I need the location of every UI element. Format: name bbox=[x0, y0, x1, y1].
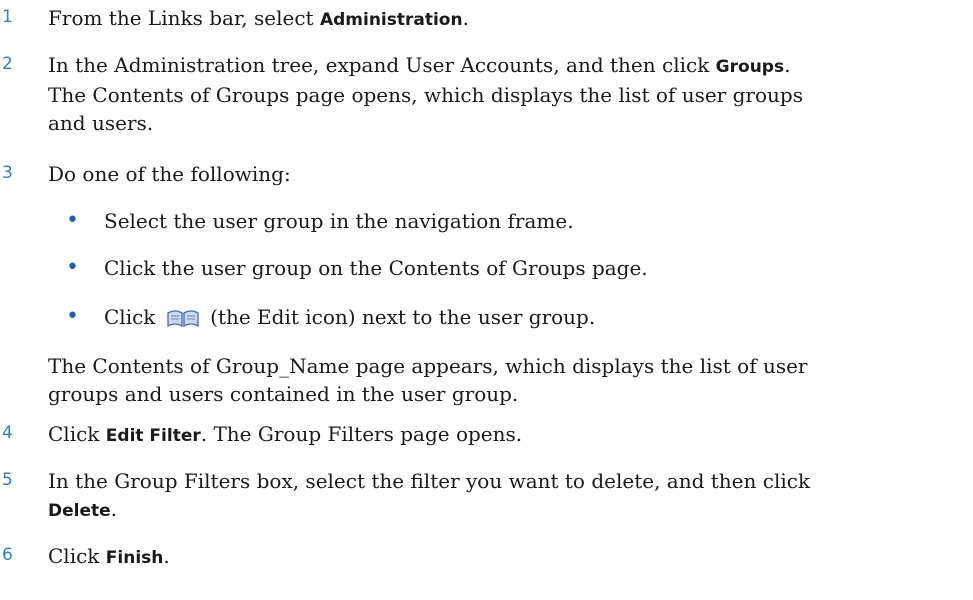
step-line-2: Delete. bbox=[48, 495, 963, 525]
step-text: Do one of the following: bbox=[48, 162, 291, 186]
step-followup-text: The Contents of Group_Name page appears,… bbox=[48, 352, 963, 408]
step-number: 3 bbox=[2, 163, 13, 183]
bullet-text-suffix: (the Edit icon) next to the user group. bbox=[203, 305, 596, 329]
edit-book-icon bbox=[167, 310, 199, 328]
step-text-prefix: From the Links bar, select bbox=[48, 6, 320, 30]
step-text-prefix: Click bbox=[48, 422, 106, 446]
step-number: 1 bbox=[2, 7, 13, 27]
bullet-text: Click the user group on the Contents of … bbox=[104, 256, 648, 280]
step-number: 2 bbox=[2, 54, 13, 74]
step-text-suffix: . bbox=[163, 544, 170, 568]
step-line-1: The Contents of Group_Name page appears,… bbox=[48, 354, 808, 378]
ui-label-finish: Finish bbox=[105, 548, 164, 568]
ui-label-delete: Delete bbox=[48, 501, 111, 521]
step-line-2: The Contents of Groups page opens, which… bbox=[48, 83, 803, 107]
step-number: 6 bbox=[2, 545, 13, 565]
bullet-text: Select the user group in the navigation … bbox=[104, 209, 574, 233]
step-text-suffix: . The Group Filters page opens. bbox=[200, 422, 523, 446]
ui-label-edit-filter: Edit Filter bbox=[105, 426, 201, 446]
step-text-suffix: . bbox=[784, 53, 791, 77]
step-number: 4 bbox=[2, 423, 13, 443]
step-text: Click Edit Filter. The Group Filters pag… bbox=[48, 420, 963, 450]
step-line-1: In the Administration tree, expand User … bbox=[48, 51, 963, 81]
ui-label-groups: Groups bbox=[715, 57, 785, 77]
step-line-2: groups and users contained in the user g… bbox=[48, 382, 519, 406]
step-text: In the Administration tree, expand User … bbox=[48, 51, 963, 137]
step-text: Click Finish. bbox=[48, 542, 963, 572]
step-text-suffix: . bbox=[462, 6, 469, 30]
bullet-text: Click (the Edit icon) next to the user g… bbox=[104, 303, 595, 331]
step-text-prefix: In the Administration tree, expand User … bbox=[48, 53, 716, 77]
step-text-prefix: Click bbox=[48, 544, 106, 568]
bullet-dot-icon: • bbox=[66, 255, 79, 280]
bullet-dot-icon: • bbox=[66, 208, 79, 233]
bullet-dot-icon: • bbox=[66, 304, 79, 329]
step-text: From the Links bar, select Administratio… bbox=[48, 4, 963, 34]
step-text-suffix: . bbox=[110, 497, 118, 521]
bullet-text-prefix: Click bbox=[104, 305, 162, 329]
step-number: 5 bbox=[2, 470, 13, 490]
step-line-3: and users. bbox=[48, 111, 154, 135]
ui-label-administration: Administration bbox=[319, 10, 463, 30]
step-line-1: In the Group Filters box, select the fil… bbox=[48, 469, 811, 493]
step-text: In the Group Filters box, select the fil… bbox=[48, 467, 963, 525]
